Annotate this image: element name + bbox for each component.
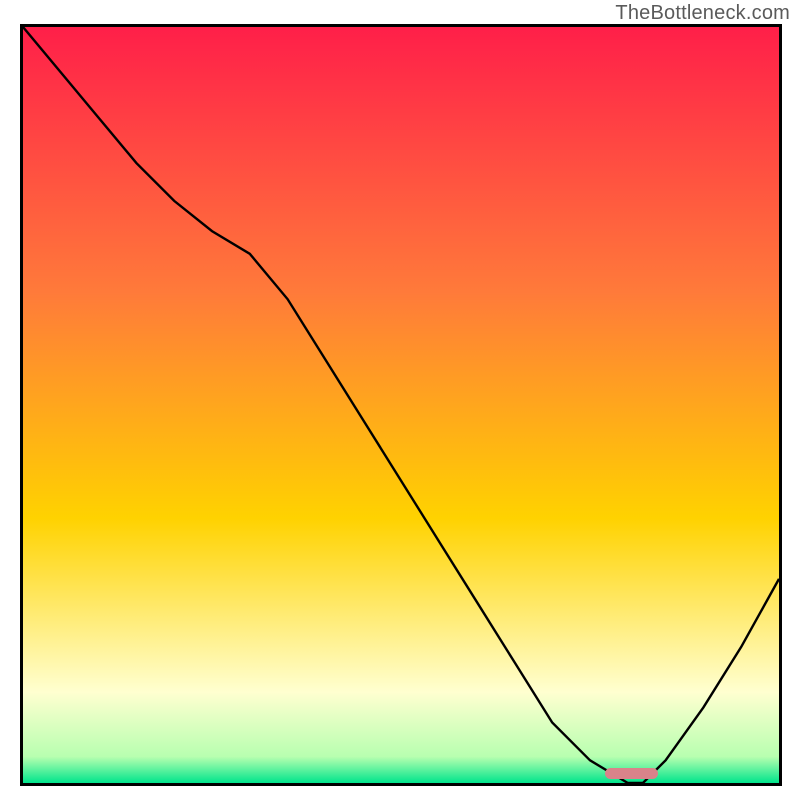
watermark-text: TheBottleneck.com	[615, 2, 790, 25]
bottleneck-curve	[23, 27, 779, 783]
plot-area	[20, 24, 782, 786]
optimum-range-marker	[605, 768, 658, 779]
bottleneck-chart: TheBottleneck.com	[0, 0, 800, 800]
